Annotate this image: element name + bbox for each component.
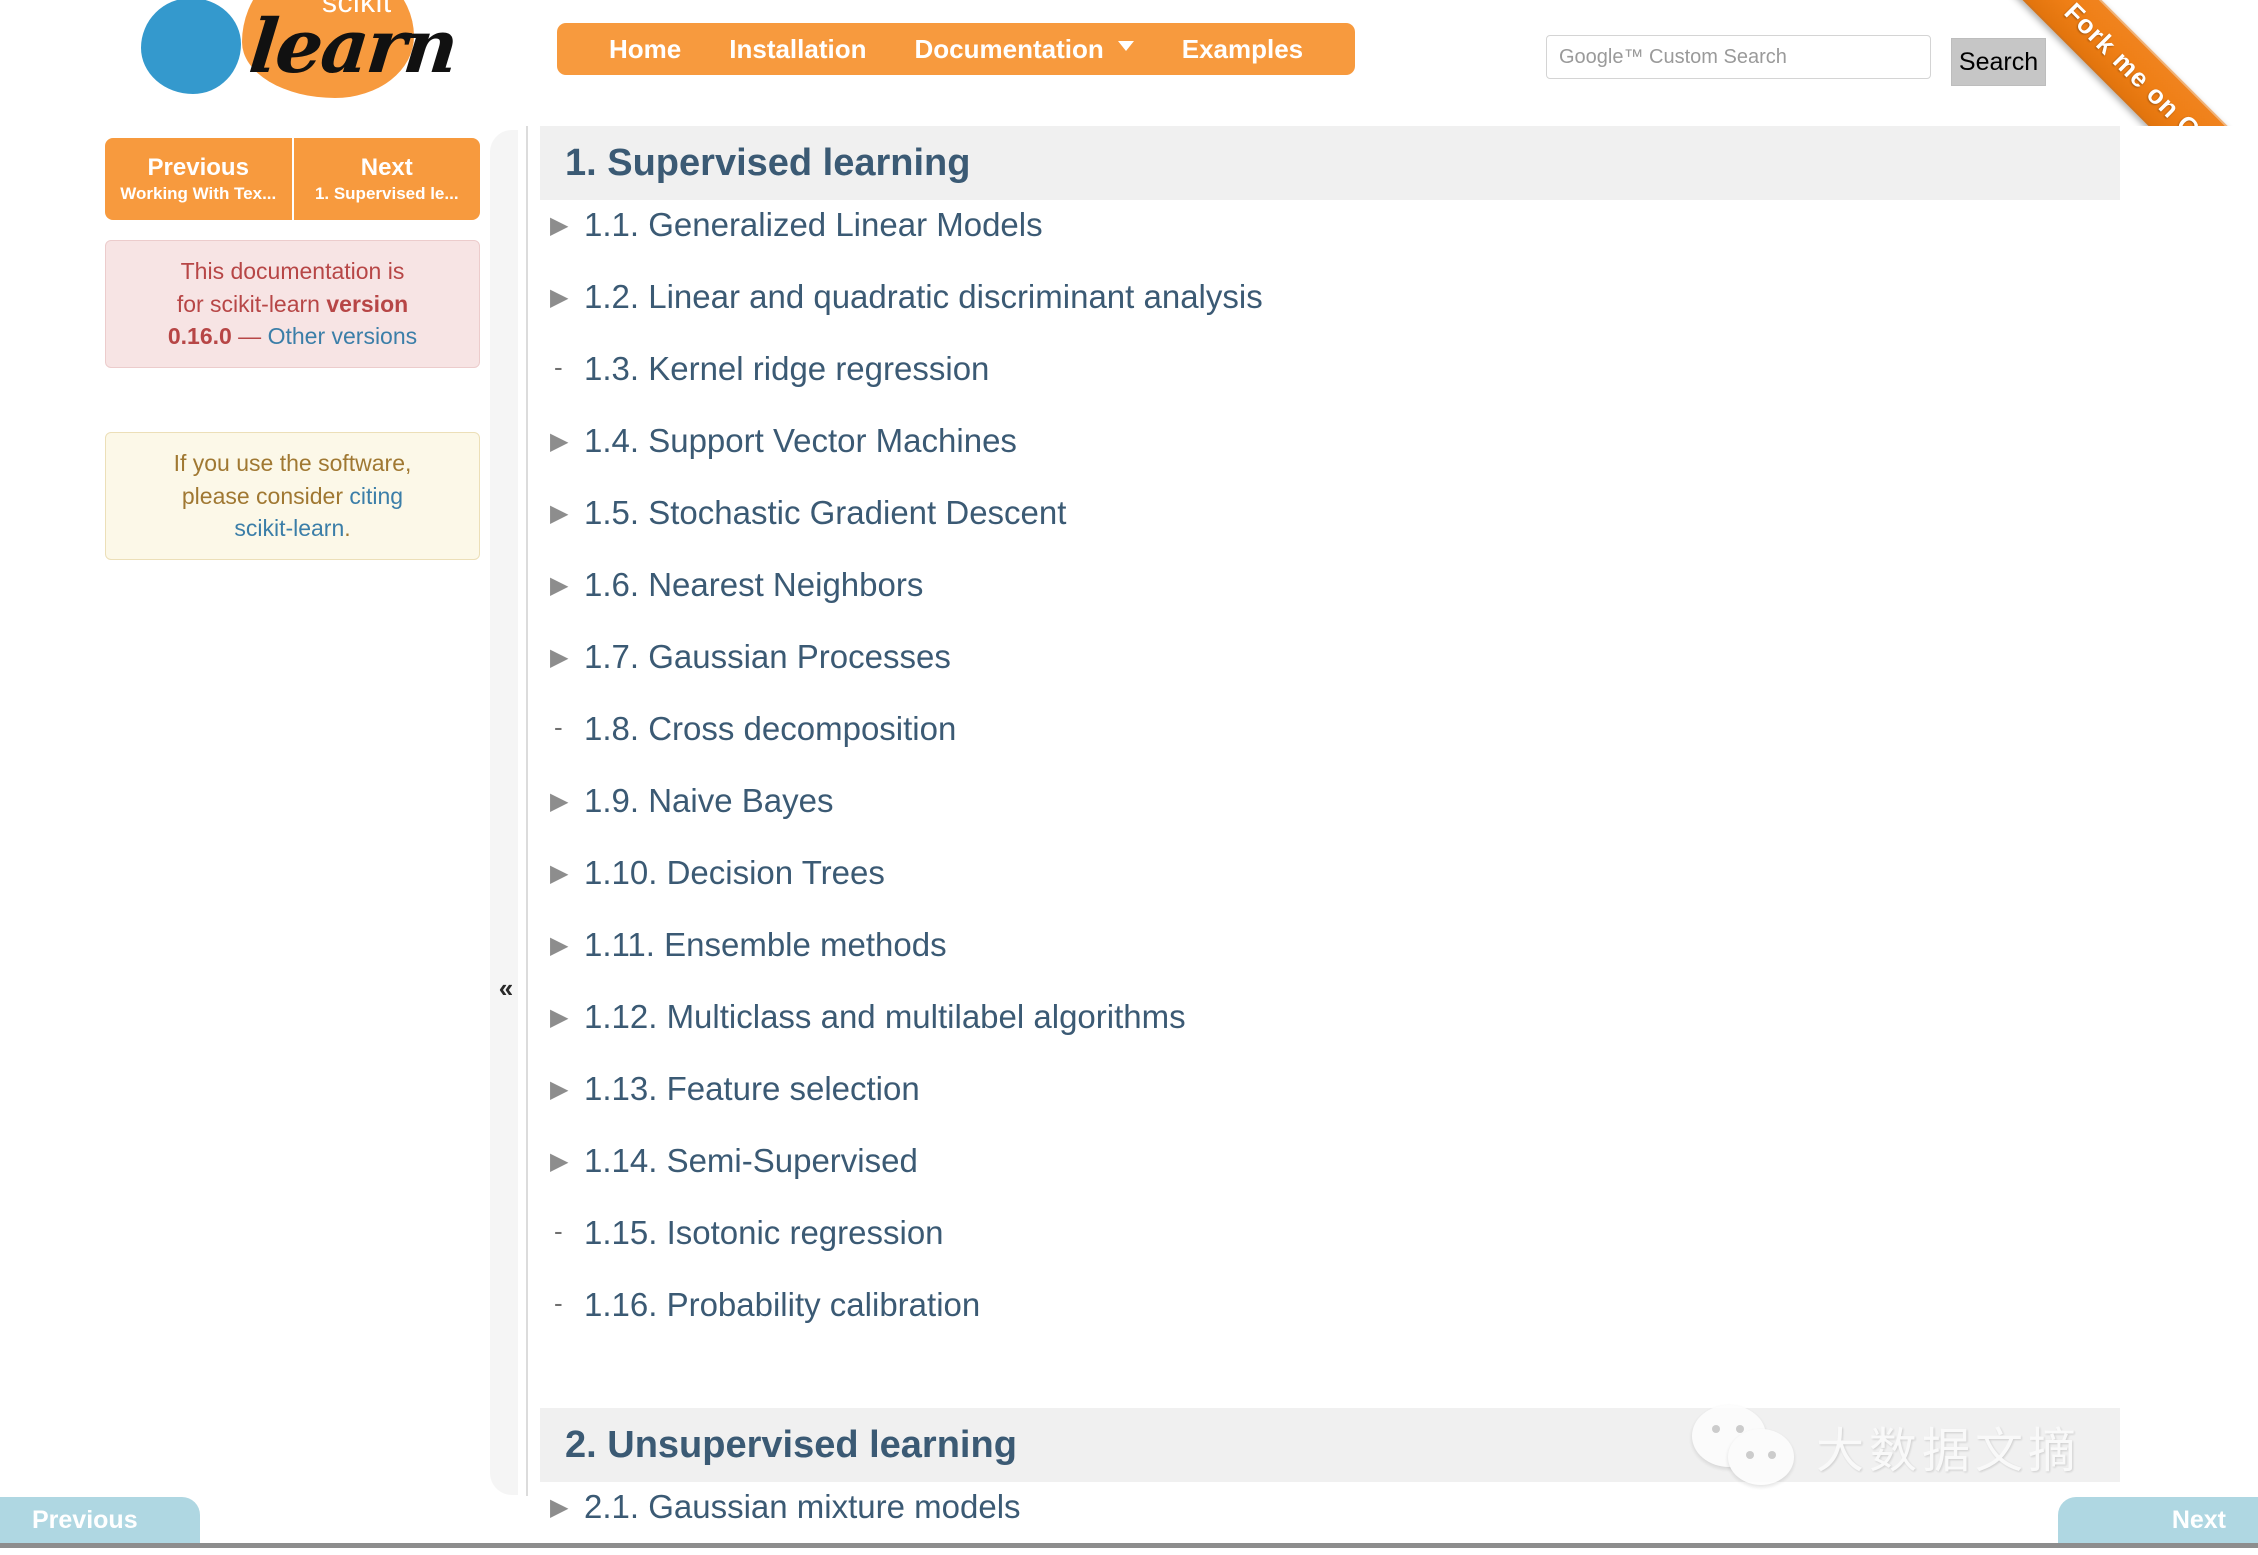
sidebar-prev-next-nav: Previous Working With Tex... Next 1. Sup… [105,138,480,220]
leaf-dash-icon: - [554,352,563,382]
expand-triangle-icon[interactable]: ▶ [550,286,584,310]
expand-triangle-icon[interactable]: ▶ [550,574,584,598]
footer-next-button[interactable]: Next [2058,1497,2258,1543]
expand-triangle-icon[interactable]: ▶ [550,214,584,238]
leaf-dash-icon: - [554,712,563,742]
expand-triangle-icon[interactable]: ▶ [550,1078,584,1102]
leaf-dash-icon: - [554,1288,563,1318]
collapse-left-chevron-icon[interactable]: « [494,975,518,1001]
list-item[interactable]: ▶ 1.11. Ensemble methods [540,926,2258,998]
list-item[interactable]: ▶ 1.5. Stochastic Gradient Descent [540,494,2258,566]
section-heading-supervised-learning: 1. Supervised learning [540,126,2120,200]
cite-line2-prefix: please consider [181,482,350,509]
bottom-rule [0,1543,2258,1548]
toc-link[interactable]: 1.13. Feature selection [584,1070,920,1108]
toc-link[interactable]: 1.16. Probability calibration [584,1286,980,1324]
section-heading-unsupervised-learning: 2. Unsupervised learning [540,1408,2120,1482]
expand-triangle-icon[interactable]: ▶ [550,646,584,670]
list-item[interactable]: -1.15. Isotonic regression [540,1214,2258,1286]
nav-item-label: Installation [729,33,867,64]
scikit-learn-logo[interactable]: scikit learn [130,0,490,111]
toc-link[interactable]: 1.14. Semi-Supervised [584,1142,918,1180]
toc-link[interactable]: 1.4. Support Vector Machines [584,422,1017,460]
toc-link[interactable]: 1.1. Generalized Linear Models [584,206,1043,244]
list-item[interactable]: ▶ 1.2. Linear and quadratic discriminant … [540,278,2258,350]
version-word-bold: version [326,290,409,317]
list-item[interactable]: ▶ 1.10. Decision Trees [540,854,2258,926]
sidebar-previous-subtitle: Working With Tex... [120,183,277,203]
toc-link[interactable]: 1.6. Nearest Neighbors [584,566,923,604]
expand-triangle-icon[interactable]: ▶ [550,934,584,958]
leaf-dash-icon: - [554,1216,563,1246]
toc-link[interactable]: 1.9. Naive Bayes [584,782,833,820]
citing-notice-box: If you use the software, please consider… [105,432,480,560]
cite-period: . [344,515,351,542]
citing-link-part2[interactable]: scikit-learn [234,515,344,541]
citing-link-part1[interactable]: citing [349,483,403,509]
main-navigation: Home Installation Documentation Examples [557,23,1356,75]
list-item[interactable]: ▶ 1.7. Gaussian Processes [540,638,2258,710]
list-item[interactable]: -1.16. Probability calibration [540,1286,2258,1358]
logo-blue-circle-icon [141,0,241,94]
sidebar-next-button[interactable]: Next 1. Supervised le... [293,138,480,220]
toc-link[interactable]: 1.10. Decision Trees [584,854,885,892]
toc-link[interactable]: 1.8. Cross decomposition [584,710,956,748]
toc-link[interactable]: 1.12. Multiclass and multilabel algorith… [584,998,1186,1036]
expand-triangle-icon[interactable]: ▶ [550,790,584,814]
nav-item-examples[interactable]: Examples [1158,34,1327,65]
toc-link[interactable]: 1.7. Gaussian Processes [584,638,951,676]
version-dash: — [231,323,268,350]
search-button[interactable]: Search [1951,38,2046,86]
toc-link[interactable]: 2.1. Gaussian mixture models [584,1488,1021,1526]
nav-item-label: Documentation [914,33,1104,64]
nav-item-label: Home [609,33,682,64]
expand-triangle-icon[interactable]: ▶ [550,1006,584,1030]
list-item[interactable]: ▶ 1.9. Naive Bayes [540,782,2258,854]
version-line2-prefix: for scikit-learn [176,290,327,317]
list-item[interactable]: -1.3. Kernel ridge regression [540,350,2258,422]
expand-triangle-icon[interactable]: ▶ [550,1496,584,1520]
other-versions-link[interactable]: Other versions [268,323,418,349]
list-item[interactable]: ▶ 1.4. Support Vector Machines [540,422,2258,494]
sidebar-previous-button[interactable]: Previous Working With Tex... [105,138,294,220]
version-notice-box: This documentation is for scikit-learn v… [105,240,480,368]
toc-link[interactable]: 1.3. Kernel ridge regression [584,350,989,388]
expand-triangle-icon[interactable]: ▶ [550,1150,584,1174]
sidebar-collapse-strip[interactable] [490,130,518,1495]
toc-link[interactable]: 1.11. Ensemble methods [584,926,947,964]
expand-triangle-icon[interactable]: ▶ [550,502,584,526]
sidebar-next-title: Next [360,154,413,182]
nav-item-home[interactable]: Home [585,34,705,65]
site-header: scikit learn Home Installation Documenta… [0,0,2258,272]
cite-line1: If you use the software, [173,450,412,476]
logo-learn-text: learn [245,4,461,90]
nav-item-label: Examples [1181,33,1304,64]
footer-previous-button[interactable]: Previous [0,1497,200,1543]
nav-item-documentation[interactable]: Documentation [891,34,1158,65]
list-item[interactable]: ▶ 1.6. Nearest Neighbors [540,566,2258,638]
version-line1: This documentation is [180,258,405,284]
list-item[interactable]: -1.8. Cross decomposition [540,710,2258,782]
chevron-down-icon [1117,41,1134,51]
toc-list-supervised: ▶ 1.1. Generalized Linear Models ▶ 1.2. Li… [540,206,2258,1358]
version-number: 0.16.0 [167,323,232,350]
list-item[interactable]: ▶ 1.12. Multiclass and multilabel algorit… [540,998,2258,1070]
sidebar-divider [526,126,528,1496]
toc-link[interactable]: 1.5. Stochastic Gradient Descent [584,494,1066,532]
toc-link[interactable]: 1.15. Isotonic regression [584,1214,944,1252]
nav-item-installation[interactable]: Installation [705,34,890,65]
expand-triangle-icon[interactable]: ▶ [550,430,584,454]
list-item[interactable]: ▶ 1.1. Generalized Linear Models [540,206,2258,278]
sidebar: Previous Working With Tex... Next 1. Sup… [0,130,510,1490]
list-item[interactable]: ▶ 1.13. Feature selection [540,1070,2258,1142]
main-content: 1. Supervised learning ▶ 1.1. Generalized… [540,126,2258,1538]
toc-link[interactable]: 1.2. Linear and quadratic discriminant a… [584,278,1263,316]
search-input[interactable] [1546,35,1931,79]
sidebar-next-subtitle: 1. Supervised le... [314,183,459,203]
list-item[interactable]: ▶ 1.14. Semi-Supervised [540,1142,2258,1214]
expand-triangle-icon[interactable]: ▶ [550,862,584,886]
sidebar-previous-title: Previous [147,154,249,182]
page-root: scikit learn Home Installation Documenta… [0,0,2258,1555]
